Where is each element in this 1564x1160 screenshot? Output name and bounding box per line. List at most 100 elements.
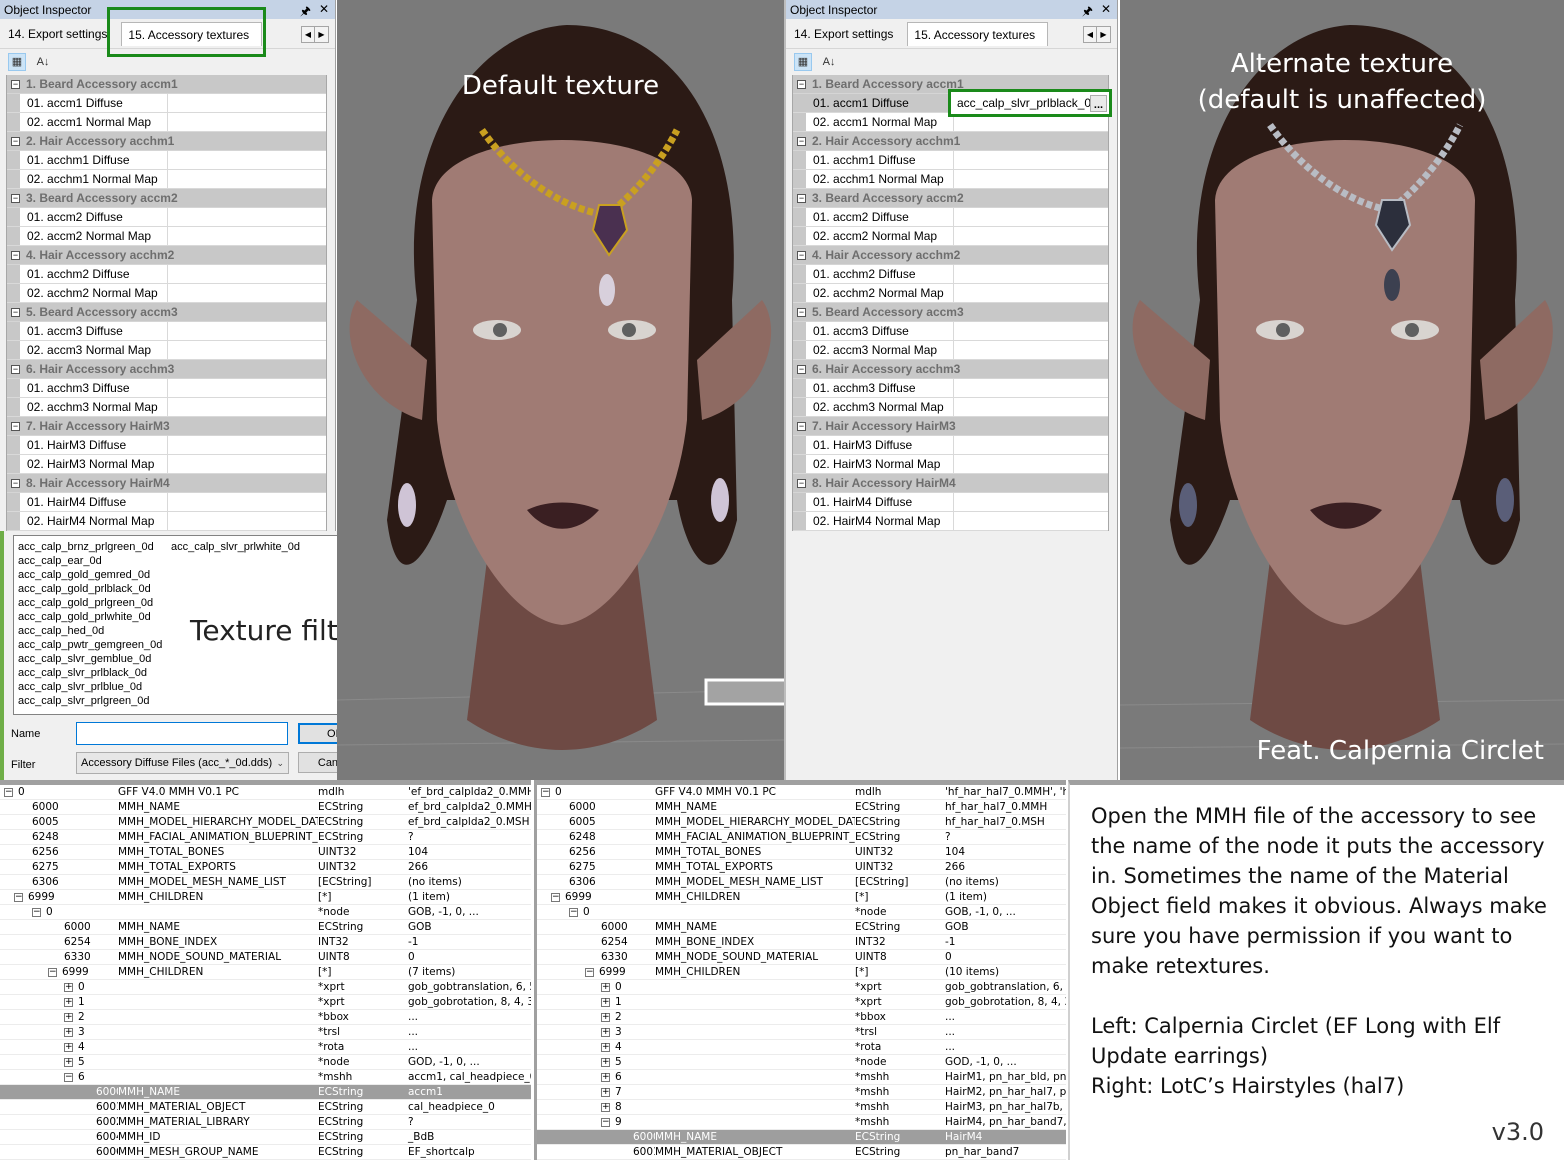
expand-icon[interactable]: + [601, 1043, 610, 1052]
property-value[interactable] [168, 113, 326, 131]
property-row[interactable]: 02. accm3 Normal Map [7, 341, 326, 360]
collapse-icon[interactable]: − [797, 307, 806, 317]
tree-row[interactable]: −6 *mshh accm1, cal_headpiece_0, [0, 1070, 531, 1085]
collapse-icon[interactable]: − [797, 421, 806, 431]
property-row[interactable]: 02. HairM3 Normal Map [7, 455, 326, 474]
collapse-icon[interactable]: − [14, 893, 23, 902]
category-row[interactable]: −3. Beard Accessory accm2 [793, 189, 1108, 208]
property-value[interactable] [168, 265, 326, 283]
property-value[interactable] [954, 208, 1108, 226]
tree-row[interactable]: 6005 MMH_MODEL_HIERARCHY_MODEL_DATA ECStri… [537, 815, 1066, 830]
property-row[interactable]: 02. acchm3 Normal Map [7, 398, 326, 417]
category-row[interactable]: −4. Hair Accessory acchm2 [793, 246, 1108, 265]
tree-row[interactable]: +3 *trsl... [537, 1025, 1066, 1040]
property-row[interactable]: 02. HairM3 Normal Map [793, 455, 1108, 474]
property-row[interactable]: 02. HairM4 Normal Map [793, 512, 1108, 531]
tree-row[interactable]: +7 *mshh HairM2, pn_har_hal7, pn [537, 1085, 1066, 1100]
texture-file-item[interactable]: acc_calp_slvr_gemblue_0d [18, 652, 162, 666]
collapse-icon[interactable]: − [48, 968, 57, 977]
tree-row[interactable]: +1 *xprt gob_gobrotation, 8, 4, 3 [537, 995, 1066, 1010]
expand-icon[interactable]: + [601, 1028, 610, 1037]
collapse-icon[interactable]: − [797, 250, 806, 260]
category-row[interactable]: −8. Hair Accessory HairM4 [793, 474, 1108, 493]
property-row[interactable]: 01. HairM3 Diffuse [793, 436, 1108, 455]
tree-row[interactable]: −9 *mshh HairM4, pn_har_band7, p [537, 1115, 1066, 1130]
browse-button[interactable]: ... [1090, 95, 1107, 112]
tree-row[interactable]: 6256 MMH_TOTAL_BONES UINT32 104 [537, 845, 1066, 860]
collapse-icon[interactable]: − [541, 788, 550, 797]
tab-scroll-left-icon[interactable]: ◀ [1084, 27, 1097, 42]
category-row[interactable]: −8. Hair Accessory HairM4 [7, 474, 326, 493]
tab-accessory-textures[interactable]: 15. Accessory textures [121, 22, 263, 46]
texture-file-item[interactable]: acc_calp_brnz_prlgreen_0d [18, 540, 162, 554]
tree-row[interactable]: +2 *bbox... [0, 1010, 531, 1025]
collapse-icon[interactable]: − [797, 193, 806, 203]
texture-file-item[interactable]: acc_calp_slvr_prlblue_0d [18, 680, 162, 694]
category-row[interactable]: −1. Beard Accessory accm1 [7, 75, 326, 94]
tree-row[interactable]: 6254 MMH_BONE_INDEX INT32 -1 [537, 935, 1066, 950]
tree-row[interactable]: 6248 MMH_FACIAL_ANIMATION_BLUEPRINT_NAMEE… [0, 830, 531, 845]
property-row[interactable]: 01. accm3 Diffuse [793, 322, 1108, 341]
property-row[interactable]: 01. HairM3 Diffuse [7, 436, 326, 455]
categorized-view-icon[interactable]: ▦ [794, 52, 812, 71]
tree-row[interactable]: 6001MMH_MATERIAL_OBJECT ECString pn_har_ba… [537, 1145, 1066, 1160]
expand-icon[interactable]: + [601, 1058, 610, 1067]
tree-row[interactable]: 6256 MMH_TOTAL_BONES UINT32 104 [0, 845, 531, 860]
collapse-icon[interactable]: − [569, 908, 578, 917]
property-row[interactable]: 02. acchm3 Normal Map [793, 398, 1108, 417]
tab-export-settings[interactable]: 14. Export settings [4, 22, 113, 48]
property-value[interactable] [168, 398, 326, 416]
tree-row[interactable]: +0 *xprt gob_gobtranslation, 6, 5 [537, 980, 1066, 995]
collapse-icon[interactable]: − [11, 79, 20, 89]
property-row[interactable]: 02. acchm1 Normal Map [793, 170, 1108, 189]
collapse-icon[interactable]: − [797, 478, 806, 488]
texture-file-item[interactable]: acc_calp_pwtr_gemgreen_0d [18, 638, 162, 652]
expand-icon[interactable]: + [601, 1088, 610, 1097]
tree-row[interactable]: 6275 MMH_TOTAL_EXPORTS UINT32 266 [0, 860, 531, 875]
tree-row[interactable]: −6999 MMH_CHILDREN [*] (1 item) [0, 890, 531, 905]
texture-file-item[interactable]: acc_calp_ear_0d [18, 554, 162, 568]
tree-row[interactable]: 6330 MMH_NODE_SOUND_MATERIAL UINT8 0 [0, 950, 531, 965]
collapse-icon[interactable]: − [551, 893, 560, 902]
collapse-icon[interactable]: − [64, 1073, 73, 1082]
category-row[interactable]: −6. Hair Accessory acchm3 [793, 360, 1108, 379]
tree-row[interactable]: 6000 MMH_NAME ECString GOB [0, 920, 531, 935]
tab-scroll-right-icon[interactable]: ▶ [315, 27, 328, 42]
tree-row[interactable]: 6306 MMH_MODEL_MESH_NAME_LIST [ECString] (n… [537, 875, 1066, 890]
tree-row[interactable]: 6005 MMH_MODEL_HIERARCHY_MODEL_DATA ECStri… [0, 815, 531, 830]
category-row[interactable]: −7. Hair Accessory HairM3 [793, 417, 1108, 436]
property-row[interactable]: 01. acchm1 Diffuse [7, 151, 326, 170]
property-row[interactable]: 02. accm3 Normal Map [793, 341, 1108, 360]
property-value[interactable] [954, 398, 1108, 416]
property-value[interactable] [168, 170, 326, 188]
property-value[interactable] [168, 94, 326, 112]
property-value[interactable] [168, 208, 326, 226]
tree-row[interactable]: 6000 MMH_NAME ECString GOB [537, 920, 1066, 935]
categorized-view-icon[interactable]: ▦ [8, 52, 26, 71]
expand-icon[interactable]: + [601, 1103, 610, 1112]
property-value[interactable] [954, 455, 1108, 473]
tree-row[interactable]: 6000MMH_NAME ECString HairM4 [537, 1130, 1066, 1145]
tree-row[interactable]: −6999 MMH_CHILDREN [*] (10 items) [537, 965, 1066, 980]
property-value[interactable] [168, 436, 326, 454]
property-value[interactable] [954, 379, 1108, 397]
tree-row[interactable]: 6004MMH_ID ECString _BdB [0, 1130, 531, 1145]
property-value[interactable] [954, 170, 1108, 188]
property-value[interactable] [168, 284, 326, 302]
property-value[interactable] [168, 455, 326, 473]
expand-icon[interactable]: + [64, 1043, 73, 1052]
property-row[interactable]: 02. HairM4 Normal Map [7, 512, 326, 531]
tree-row[interactable]: 6248 MMH_FACIAL_ANIMATION_BLUEPRINT_NAMEE… [537, 830, 1066, 845]
property-row[interactable]: 02. accm2 Normal Map [793, 227, 1108, 246]
expand-icon[interactable]: + [64, 1013, 73, 1022]
property-value[interactable] [954, 341, 1108, 359]
expand-icon[interactable]: + [64, 998, 73, 1007]
tree-row[interactable]: −0 *node GOB, -1, 0, ... [537, 905, 1066, 920]
property-row[interactable]: 01. accm2 Diffuse [7, 208, 326, 227]
property-row[interactable]: 02. accm2 Normal Map [7, 227, 326, 246]
property-value[interactable] [168, 227, 326, 245]
collapse-icon[interactable]: − [11, 421, 20, 431]
sort-alphabetical-icon[interactable]: A↓ [820, 53, 838, 71]
tree-row[interactable]: +6 *mshh HairM1, pn_har_bld, pn_ [537, 1070, 1066, 1085]
name-input[interactable] [76, 722, 288, 745]
